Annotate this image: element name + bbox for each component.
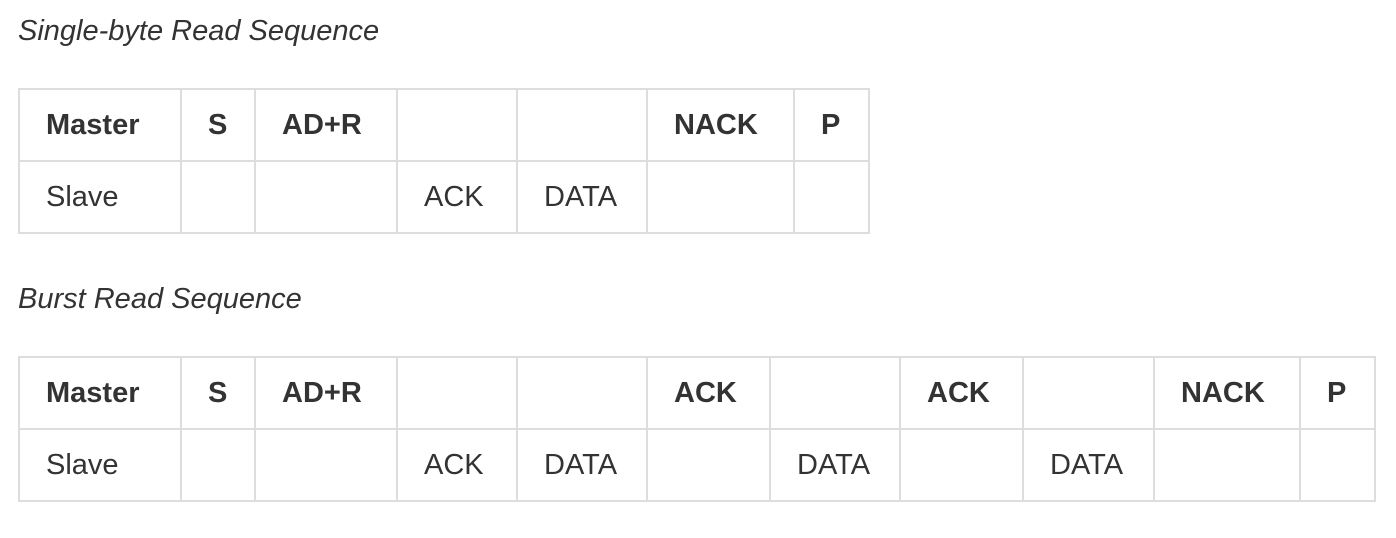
slave-empty-cell (1153, 428, 1301, 502)
slave-empty-cell (1299, 428, 1376, 502)
slave-row: Slave ACK DATA (18, 160, 870, 234)
master-nack-cell: NACK (646, 88, 795, 162)
master-ack-cell: ACK (646, 356, 771, 430)
slave-empty-cell (793, 160, 870, 234)
single-byte-read-table: Master S AD+R NACK P Slave ACK DATA (18, 88, 870, 234)
master-row: Master S AD+R ACK ACK NACK P (18, 356, 1376, 430)
master-row: Master S AD+R NACK P (18, 88, 870, 162)
slave-data-cell: DATA (516, 428, 648, 502)
master-start-cell: S (180, 356, 256, 430)
master-start-cell: S (180, 88, 256, 162)
slave-data-cell: DATA (1022, 428, 1155, 502)
master-empty-cell (1022, 356, 1155, 430)
master-empty-cell (396, 88, 518, 162)
slave-empty-cell (254, 160, 398, 234)
slave-data-cell: DATA (769, 428, 901, 502)
master-empty-cell (516, 88, 648, 162)
slave-empty-cell (180, 160, 256, 234)
slave-row: Slave ACK DATA DATA DATA (18, 428, 1376, 502)
slave-empty-cell (254, 428, 398, 502)
master-address-read-cell: AD+R (254, 88, 398, 162)
slave-ack-cell: ACK (396, 160, 518, 234)
slave-label-cell: Slave (18, 428, 182, 502)
master-empty-cell (769, 356, 901, 430)
slave-empty-cell (899, 428, 1024, 502)
burst-read-caption: Burst Read Sequence (18, 283, 302, 315)
master-nack-cell: NACK (1153, 356, 1301, 430)
slave-empty-cell (646, 428, 771, 502)
single-byte-read-caption: Single-byte Read Sequence (18, 15, 380, 47)
master-stop-cell: P (1299, 356, 1376, 430)
slave-data-cell: DATA (516, 160, 648, 234)
slave-empty-cell (646, 160, 795, 234)
master-label-cell: Master (18, 88, 182, 162)
slave-label-cell: Slave (18, 160, 182, 234)
master-empty-cell (396, 356, 518, 430)
master-empty-cell (516, 356, 648, 430)
master-stop-cell: P (793, 88, 870, 162)
slave-ack-cell: ACK (396, 428, 518, 502)
master-ack-cell: ACK (899, 356, 1024, 430)
master-address-read-cell: AD+R (254, 356, 398, 430)
burst-read-table: Master S AD+R ACK ACK NACK P Slave ACK D… (18, 356, 1376, 502)
master-label-cell: Master (18, 356, 182, 430)
slave-empty-cell (180, 428, 256, 502)
